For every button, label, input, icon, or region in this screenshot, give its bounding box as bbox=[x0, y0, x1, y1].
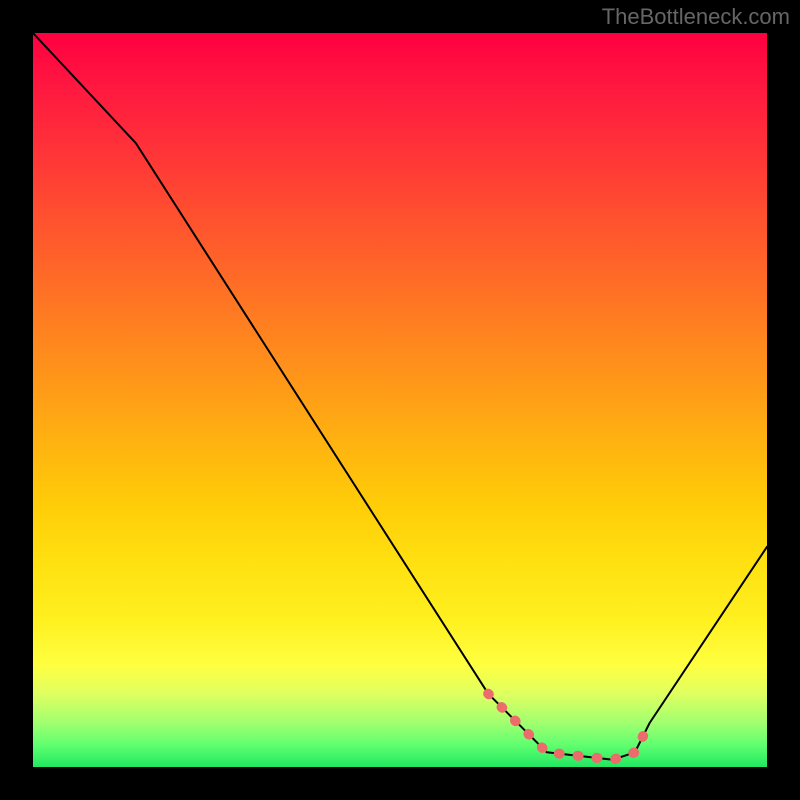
watermark-text: TheBottleneck.com bbox=[602, 4, 790, 30]
bottleneck-curve bbox=[33, 33, 767, 760]
chart-svg bbox=[33, 33, 767, 767]
chart-container: TheBottleneck.com bbox=[0, 0, 800, 800]
plot-area bbox=[33, 33, 767, 767]
optimal-highlight bbox=[488, 694, 649, 760]
